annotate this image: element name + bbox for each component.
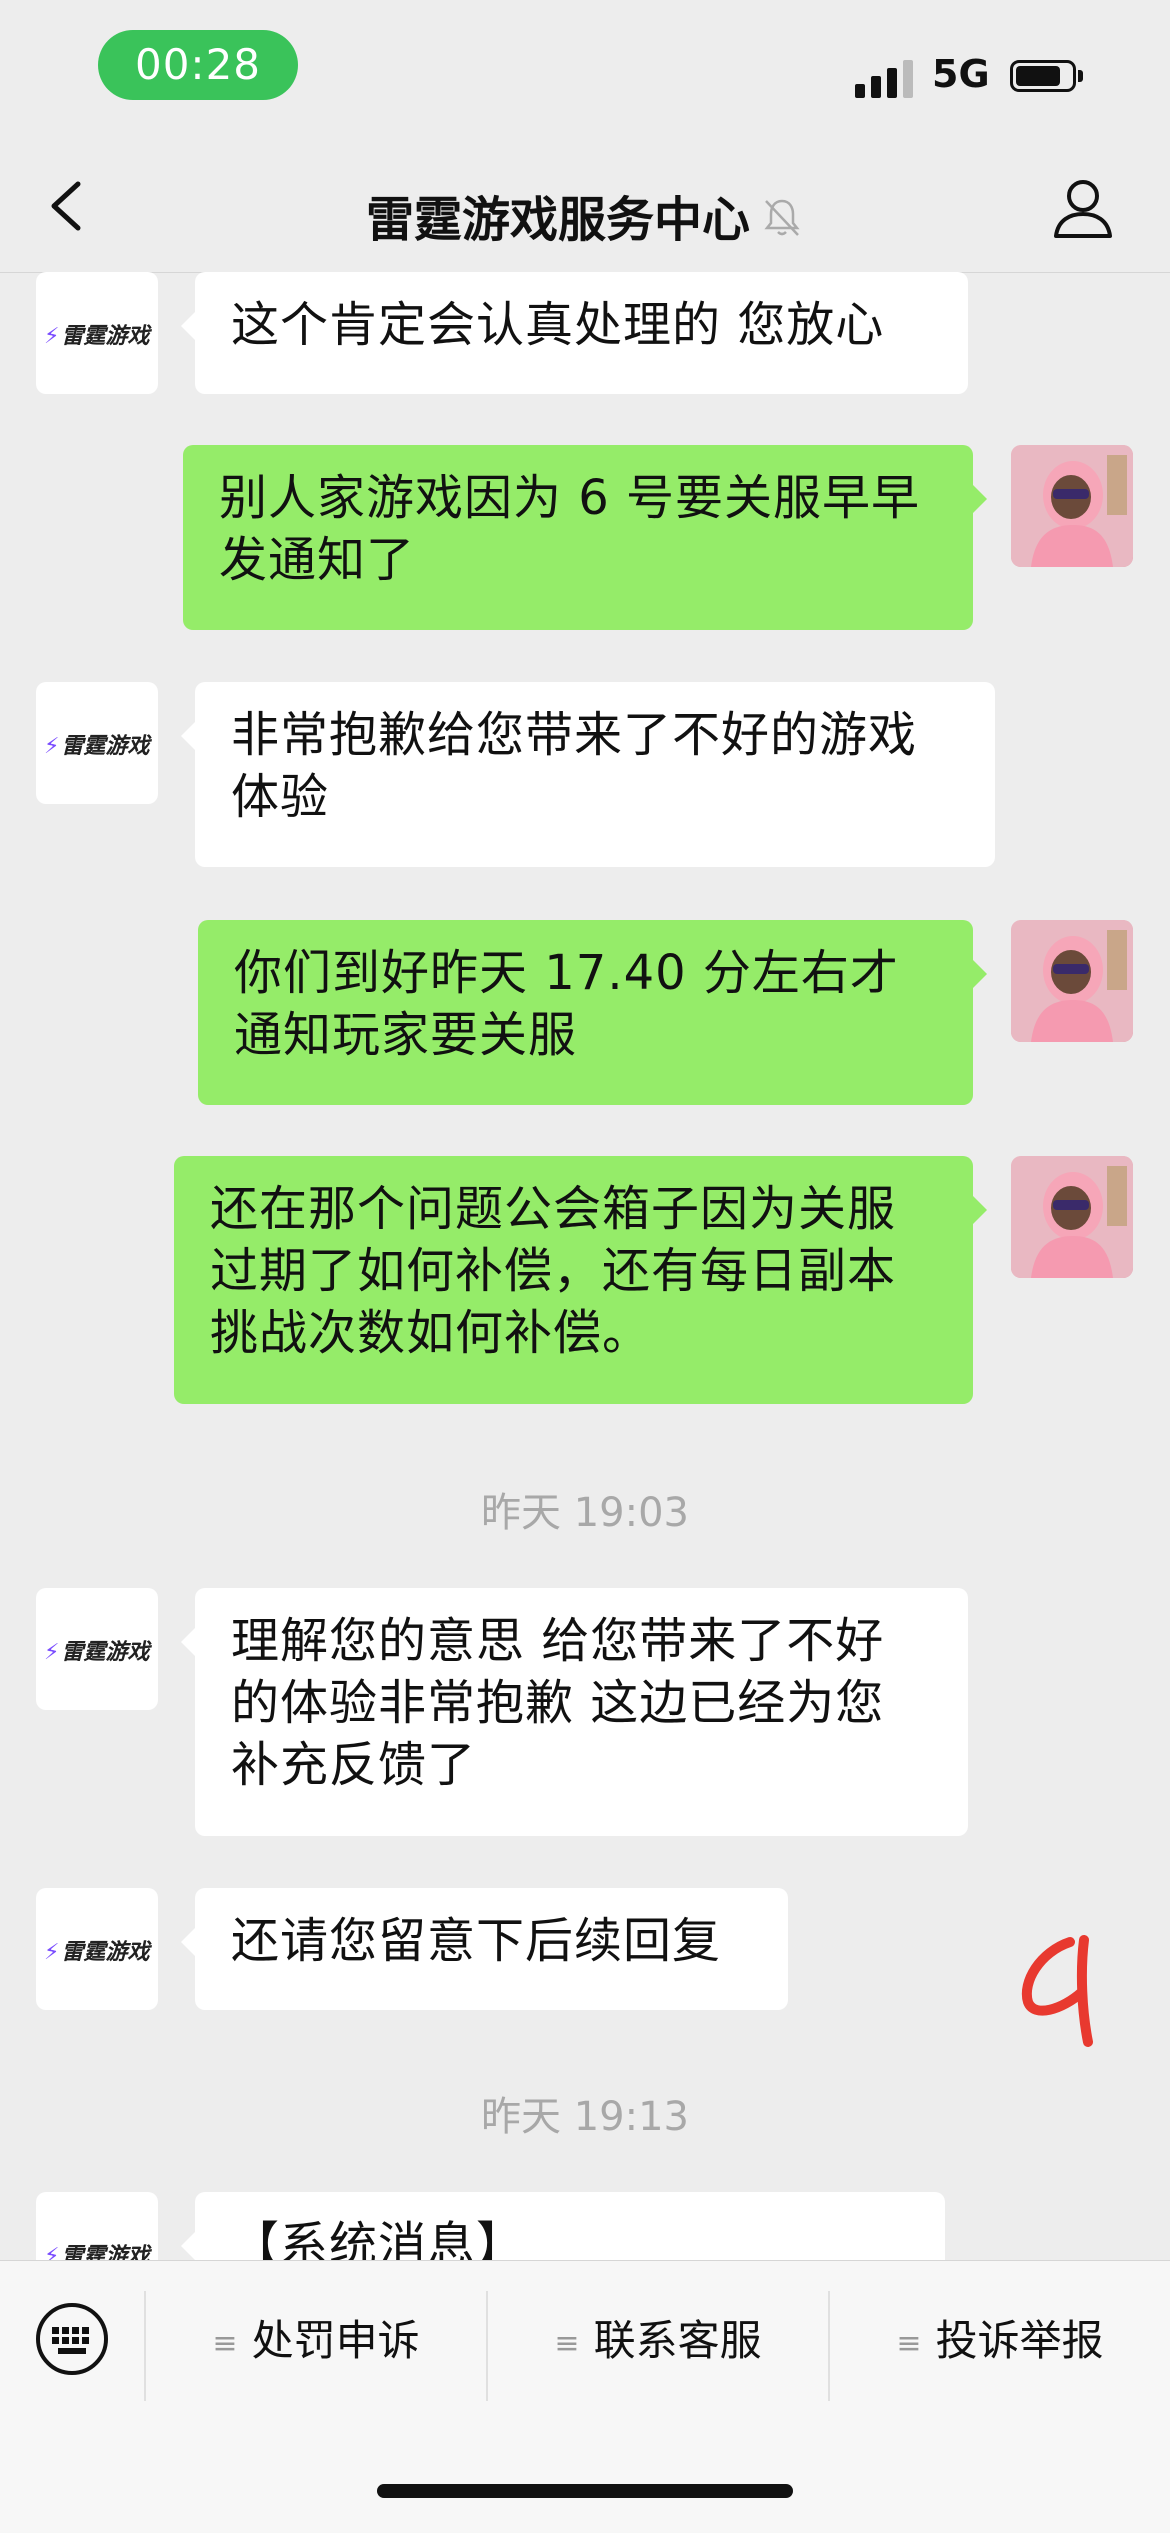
- menu-item-appeal[interactable]: ≡ 处罚申诉: [146, 2301, 486, 2381]
- keyboard-toggle-button[interactable]: [32, 2299, 112, 2379]
- menu-item-contact-service[interactable]: ≡ 联系客服: [488, 2301, 828, 2381]
- message-text: 还请您留意下后续回复: [231, 1913, 722, 1969]
- user-photo-icon: [1011, 920, 1133, 1042]
- chat-area[interactable]: ⚡雷霆游戏 这个肯定会认真处理的 您放心 别人家游戏因为 6 号要关服早早发通知…: [0, 272, 1170, 2260]
- menu-item-label: 投诉举报: [935, 2316, 1104, 2365]
- timestamp: 昨天 19:03: [481, 1490, 689, 1536]
- brand-logo: ⚡雷霆游戏: [44, 324, 150, 349]
- timestamp: 昨天 19:13: [481, 2094, 689, 2140]
- message-text: 别人家游戏因为 6 号要关服早早发通知了: [219, 470, 921, 588]
- person-icon: [1054, 180, 1112, 238]
- home-indicator[interactable]: [377, 2484, 793, 2498]
- message-bubble-incoming[interactable]: 这个肯定会认真处理的 您放心: [181, 272, 968, 394]
- brand-logo: ⚡雷霆游戏: [44, 1940, 150, 1965]
- brand-logo: ⚡雷霆游戏: [44, 2244, 150, 2260]
- menu-lines-icon: ≡: [554, 2325, 580, 2361]
- network-label: 5G: [932, 52, 990, 96]
- handwritten-annotation: [1021, 1935, 1093, 2047]
- message-text: 非常抱歉给您带来了不好的游戏体验: [231, 707, 918, 825]
- message-text: 【系统消息】: [231, 2217, 526, 2260]
- page-title: 雷霆游戏服务中心: [0, 180, 1170, 251]
- brand-logo: ⚡雷霆游戏: [44, 734, 150, 759]
- menu-lines-icon: ≡: [896, 2325, 922, 2361]
- message-bubble-incoming[interactable]: 理解您的意思 给您带来了不好的体验非常抱歉 这边已经为您补充反馈了: [181, 1588, 968, 1836]
- user-avatar[interactable]: [1011, 445, 1133, 567]
- nav-bar: 雷霆游戏服务中心: [0, 140, 1170, 273]
- service-avatar[interactable]: ⚡雷霆游戏: [36, 682, 158, 804]
- service-avatar[interactable]: ⚡雷霆游戏: [36, 2192, 158, 2260]
- message-text: 你们到好昨天 17.40 分左右才通知玩家要关服: [234, 945, 899, 1063]
- menu-item-report[interactable]: ≡ 投诉举报: [830, 2301, 1170, 2381]
- user-photo-icon: [1011, 445, 1133, 567]
- brand-logo: ⚡雷霆游戏: [44, 1640, 150, 1665]
- keyboard-icon: [36, 2303, 108, 2375]
- message-bubble-outgoing[interactable]: 还在那个问题公会箱子因为关服过期了如何补偿，还有每日副本挑战次数如何补偿。: [174, 1156, 987, 1404]
- user-avatar[interactable]: [1011, 1156, 1133, 1278]
- user-avatar[interactable]: [1011, 920, 1133, 1042]
- message-bubble-outgoing[interactable]: 别人家游戏因为 6 号要关服早早发通知了: [183, 445, 987, 630]
- menu-item-label: 处罚申诉: [251, 2316, 420, 2365]
- service-avatar[interactable]: ⚡雷霆游戏: [36, 272, 158, 394]
- user-photo-icon: [1011, 1156, 1133, 1278]
- message-text: 理解您的意思 给您带来了不好的体验非常抱歉 这边已经为您补充反馈了: [231, 1613, 885, 1793]
- service-avatar[interactable]: ⚡雷霆游戏: [36, 1588, 158, 1710]
- menu-lines-icon: ≡: [212, 2325, 238, 2361]
- signal-icon: [855, 58, 915, 98]
- message-bubble-outgoing[interactable]: 你们到好昨天 17.40 分左右才通知玩家要关服: [198, 920, 987, 1105]
- message-bubble-incoming[interactable]: 【系统消息】: [181, 2192, 945, 2260]
- status-time: 00:28: [98, 30, 298, 100]
- status-bar: 00:28 5G: [0, 0, 1170, 140]
- message-text: 还在那个问题公会箱子因为关服过期了如何补偿，还有每日副本挑战次数如何补偿。: [210, 1181, 897, 1361]
- service-avatar[interactable]: ⚡雷霆游戏: [36, 1888, 158, 2010]
- message-bubble-incoming[interactable]: 还请您留意下后续回复: [181, 1888, 788, 2010]
- muted-bell-icon: [760, 195, 804, 251]
- page-title-text: 雷霆游戏服务中心: [365, 192, 750, 248]
- message-bubble-incoming[interactable]: 非常抱歉给您带来了不好的游戏体验: [181, 682, 995, 867]
- message-text: 这个肯定会认真处理的 您放心: [231, 297, 885, 353]
- profile-button[interactable]: [1050, 174, 1116, 240]
- menu-item-label: 联系客服: [593, 2316, 762, 2365]
- battery-icon: [1010, 60, 1086, 96]
